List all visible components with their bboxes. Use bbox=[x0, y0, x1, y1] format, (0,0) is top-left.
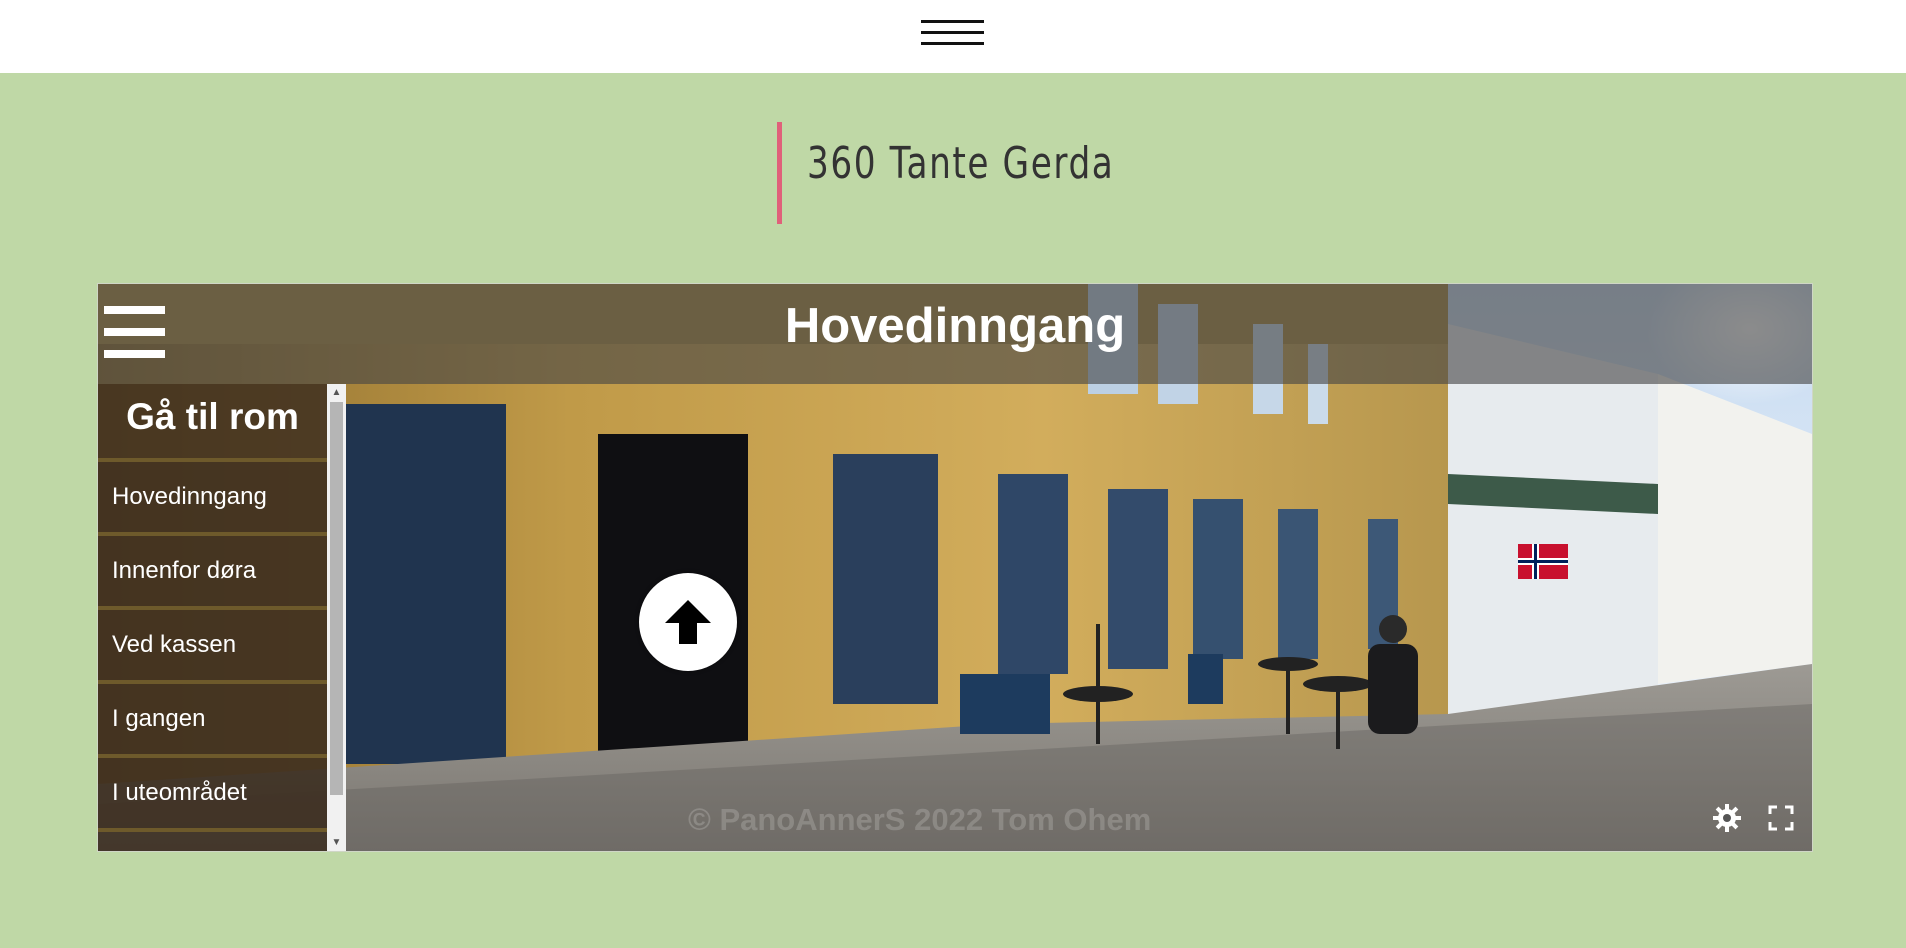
room-item-i-gangen[interactable]: I gangen bbox=[98, 680, 327, 754]
room-item-innenfor-dora[interactable]: Innenfor døra bbox=[98, 532, 327, 606]
top-header bbox=[0, 0, 1906, 73]
room-list: Hovedinngang Innenfor døra Ved kassen I … bbox=[98, 458, 327, 832]
gear-icon[interactable] bbox=[1712, 803, 1742, 833]
hamburger-menu-icon[interactable] bbox=[104, 306, 165, 358]
room-item-hovedinngang[interactable]: Hovedinngang bbox=[98, 458, 327, 532]
fullscreen-icon[interactable] bbox=[1766, 803, 1796, 833]
scroll-up-arrow-icon[interactable]: ▲ bbox=[327, 384, 346, 401]
hamburger-menu-icon[interactable] bbox=[921, 20, 984, 52]
title-accent-bar bbox=[777, 122, 782, 224]
scene-title: Hovedinngang bbox=[784, 299, 1126, 353]
scene-title-bar: Hovedinngang bbox=[98, 284, 1812, 384]
room-list-heading: Gå til rom bbox=[126, 396, 299, 437]
arrow-up-icon bbox=[665, 600, 711, 644]
room-list-scrollbar[interactable]: ▲ ▼ bbox=[327, 384, 346, 851]
scroll-down-arrow-icon[interactable]: ▼ bbox=[327, 834, 346, 851]
panorama-viewer[interactable]: Hovedinngang Gå til rom Hovedinngang Inn… bbox=[97, 283, 1813, 852]
navigation-hotspot[interactable] bbox=[639, 573, 737, 671]
scrollbar-thumb[interactable] bbox=[330, 402, 343, 795]
room-item-i-uteomradet[interactable]: I uteområdet bbox=[98, 754, 327, 832]
room-item-ved-kassen[interactable]: Ved kassen bbox=[98, 606, 327, 680]
page-title: 360 Tante Gerda bbox=[807, 138, 1115, 189]
watermark: © PanoAnnerS 2022 Tom Ohem bbox=[688, 802, 1152, 837]
room-list-panel: Gå til rom Hovedinngang Innenfor døra Ve… bbox=[98, 384, 327, 851]
